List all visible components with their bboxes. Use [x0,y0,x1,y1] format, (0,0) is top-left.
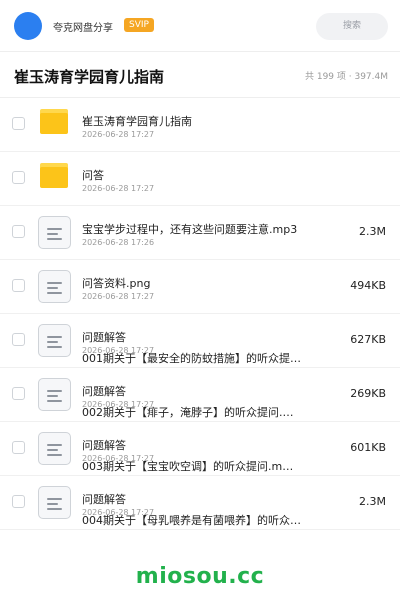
file-icon [38,378,71,411]
select-checkbox[interactable] [12,333,25,346]
select-checkbox[interactable] [12,117,25,130]
file-name: 问题解答 [82,331,126,344]
file-size: 2.3M [359,225,386,238]
file-date: 2026-06-28 17:27 [82,292,155,301]
file-date: 2026-06-28 17:27 [82,130,155,139]
select-checkbox[interactable] [12,387,25,400]
list-item[interactable]: 问答资料.png 2026-06-28 17:27 494KB [0,260,400,314]
file-name: 崔玉涛育学园育儿指南 [82,115,192,128]
file-name: 问答资料.png [82,277,151,290]
list-item[interactable]: 崔玉涛育学园育儿指南 2026-06-28 17:27 [0,98,400,152]
username: 夸克网盘分享 [53,23,113,34]
file-size: 2.3M [359,495,386,508]
file-name: 宝宝学步过程中，还有这些问题要注意.mp3 [82,223,298,236]
file-date: 2026-06-28 17:27 [82,184,155,193]
file-description: 002期关于【痱子，淹脖子】的听众提问.… [82,406,294,419]
avatar[interactable] [14,12,42,40]
search-button[interactable]: 搜索 [316,13,388,40]
list-item[interactable]: 宝宝学步过程中，还有这些问题要注意.mp3 2026-06-28 17:26 2.3… [0,206,400,260]
file-size: 269KB [350,387,386,400]
file-description: 004期关于【母乳喂养是有菌喂养】的听众… [82,514,301,527]
list-item[interactable]: 问题解答 2026-06-28 17:27 003期关于【宝宝吹空调】的听众提问.m… [0,422,400,476]
file-name: 问题解答 [82,493,126,506]
select-checkbox[interactable] [12,495,25,508]
file-name: 问题解答 [82,439,126,452]
select-checkbox[interactable] [12,441,25,454]
file-icon [38,270,71,303]
list-item[interactable]: 问题解答 2026-06-28 17:27 002期关于【痱子，淹脖子】的听众提问.… [0,368,400,422]
file-description: 001期关于【最安全的防蚊措施】的听众提… [82,352,301,365]
file-date: 2026-06-28 17:26 [82,238,155,247]
list-item[interactable]: 问题解答 2026-06-28 17:27 004期关于【母乳喂养是有菌喂养】的听众… [0,476,400,530]
file-name: 问题解答 [82,385,126,398]
select-checkbox[interactable] [12,171,25,184]
page-title: 崔玉涛育学园育儿指南 [14,68,165,86]
file-icon [38,432,71,465]
file-size: 627KB [350,333,386,346]
file-icon [38,216,71,249]
file-icon [38,486,71,519]
file-icon [38,324,71,357]
list-item[interactable]: 问答 2026-06-28 17:27 [0,152,400,206]
file-size: 601KB [350,441,386,454]
file-size: 494KB [350,279,386,292]
select-checkbox[interactable] [12,225,25,238]
watermark: miosou.cc [135,564,265,589]
svip-badge: SVIP [124,18,154,32]
file-list: 崔玉涛育学园育儿指南 2026-06-28 17:27 问答 2026-06-28 1… [0,98,400,530]
file-name: 问答 [82,169,104,182]
file-description: 003期关于【宝宝吹空调】的听众提问.m… [82,460,294,473]
folder-icon [40,163,68,188]
top-bar: 夸克网盘分享 SVIP 搜索 [0,0,400,52]
select-checkbox[interactable] [12,279,25,292]
folder-stats: 共 199 项 · 397.4M [304,72,388,82]
folder-icon [40,109,68,134]
list-item[interactable]: 问题解答 2026-06-28 17:27 001期关于【最安全的防蚊措施】的听众提… [0,314,400,368]
folder-header: 崔玉涛育学园育儿指南 共 199 项 · 397.4M [0,52,400,98]
